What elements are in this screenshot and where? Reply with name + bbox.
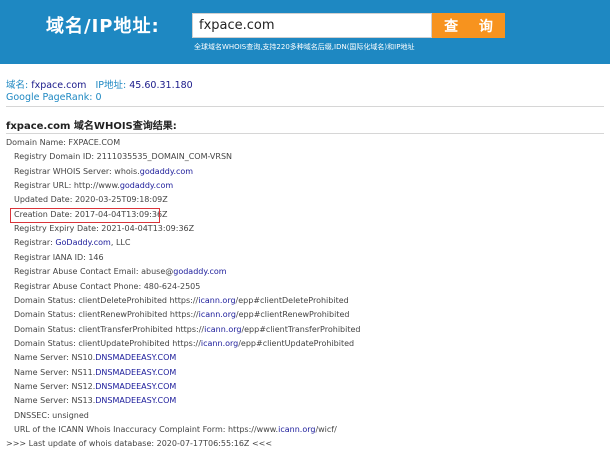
divider-top (6, 106, 604, 107)
whois-record-line: Domain Status: clientDeleteProhibited ht… (14, 296, 349, 306)
record-link[interactable]: icann.org (278, 425, 315, 434)
record-text: Domain Status: clientDeleteProhibited ht… (14, 295, 199, 305)
record-text: /epp#clientTransferProhibited (241, 324, 361, 334)
header-subtitle: 全球域名WHOIS查询,支持220多种域名后缀,IDN(国际化域名)和IP地址 (194, 43, 415, 51)
record-link[interactable]: icann.org (199, 310, 236, 319)
record-text: Registrar WHOIS Server: whois. (14, 166, 140, 176)
record-text: >>> Last update of whois database: 2020-… (6, 439, 273, 449)
record-text: /epp#clientDeleteProhibited (235, 295, 349, 305)
creation-date-highlight (10, 208, 160, 223)
pagerank-line: Google PageRank: 0 (6, 92, 102, 103)
whois-record-line: Name Server: NS13.DNSMADEEASY.COM (14, 396, 176, 406)
pagerank-value: 0 (95, 92, 102, 103)
record-text: Domain Name: FXPACE.COM (6, 138, 121, 147)
whois-record-line: Domain Status: clientRenewProhibited htt… (14, 310, 349, 320)
record-text: Registrar IANA ID: 146 (14, 252, 104, 262)
whois-record-line: Registrar IANA ID: 146 (14, 253, 104, 263)
record-link[interactable]: DNSMADEEASY.COM (95, 396, 176, 405)
pagerank-label: Google PageRank: (6, 92, 93, 103)
whois-record-line: DNSSEC: unsigned (14, 411, 89, 421)
record-text: /epp#clientRenewProhibited (235, 310, 350, 320)
search-label: 域名/IP地址: (46, 16, 160, 37)
record-text: Registrar Abuse Contact Email: abuse@ (14, 267, 174, 277)
whois-record-line: Registry Expiry Date: 2021-04-04T13:09:3… (14, 224, 194, 234)
record-link[interactable]: icann.org (204, 325, 241, 334)
whois-record-line: Name Server: NS12.DNSMADEEASY.COM (14, 382, 176, 392)
record-text: DNSSEC: unsigned (14, 410, 89, 420)
record-text: URL of the ICANN Whois Inaccuracy Compla… (14, 425, 279, 434)
record-text: Name Server: NS12. (14, 381, 96, 391)
record-text: Registrar Abuse Contact Phone: 480-624-2… (14, 281, 201, 291)
domain-search-input[interactable] (192, 13, 432, 38)
record-link[interactable]: DNSMADEEASY.COM (95, 382, 176, 391)
record-text: /epp#clientUpdateProhibited (238, 338, 355, 348)
whois-record-line: Updated Date: 2020-03-25T09:18:09Z (14, 195, 168, 205)
record-link[interactable]: DNSMADEEASY.COM (95, 368, 176, 377)
record-text: Name Server: NS10. (14, 353, 96, 363)
divider-result (6, 133, 604, 134)
ip-label: IP地址: (95, 80, 127, 91)
record-text: Domain Status: clientUpdateProhibited ht… (14, 338, 201, 348)
record-link[interactable]: godaddy.com (120, 181, 173, 190)
whois-record-line: Domain Status: clientTransferProhibited … (14, 325, 360, 335)
record-text: Registry Expiry Date: 2021-04-04T13:09:3… (14, 224, 195, 234)
whois-record-line: Registrar: GoDaddy.com, LLC (14, 238, 130, 248)
whois-record-line: Registry Domain ID: 2111035535_DOMAIN_CO… (14, 152, 232, 162)
record-text: Registrar: (14, 238, 56, 248)
result-title: fxpace.com 域名WHOIS查询结果: (6, 121, 177, 132)
record-text: Registrar URL: http://www. (14, 181, 120, 191)
record-link[interactable]: GoDaddy.com (55, 238, 111, 247)
record-link[interactable]: icann.org (198, 296, 235, 305)
record-text: Updated Date: 2020-03-25T09:18:09Z (14, 195, 168, 205)
record-link[interactable]: icann.org (201, 339, 238, 348)
domain-value[interactable]: fxpace.com (31, 80, 86, 91)
record-text: /wicf/ (315, 425, 337, 434)
whois-record-line: >>> Last update of whois database: 2020-… (6, 439, 272, 449)
whois-record-line: Registrar Abuse Contact Email: abuse@god… (14, 267, 227, 277)
whois-record-line: Name Server: NS11.DNSMADEEASY.COM (14, 368, 176, 378)
domain-label: 域名: (6, 80, 29, 91)
domain-ip-line: 域名: fxpace.com IP地址: 45.60.31.180 (6, 77, 193, 91)
header-banner: 域名/IP地址: 查 询 全球域名WHOIS查询,支持220多种域名后缀,IDN… (0, 0, 610, 64)
whois-record-line: Registrar Abuse Contact Phone: 480-624-2… (14, 282, 200, 292)
ip-value[interactable]: 45.60.31.180 (129, 80, 192, 91)
record-text: Registry Domain ID: 2111035535_DOMAIN_CO… (14, 152, 233, 162)
record-link[interactable]: godaddy.com (140, 167, 193, 176)
whois-record-line: Registrar WHOIS Server: whois.godaddy.co… (14, 167, 193, 177)
record-text: Name Server: NS11. (14, 367, 96, 377)
record-text: Domain Status: clientTransferProhibited … (14, 324, 205, 334)
query-button[interactable]: 查 询 (432, 13, 505, 38)
record-link[interactable]: godaddy.com (173, 267, 226, 276)
whois-record-line: Registrar URL: http://www.godaddy.com (14, 181, 173, 191)
whois-record-line: Domain Status: clientUpdateProhibited ht… (14, 339, 354, 349)
whois-record-line: Domain Name: FXPACE.COM (6, 138, 120, 148)
whois-record-line: Name Server: NS10.DNSMADEEASY.COM (14, 353, 176, 363)
record-text: , LLC (110, 238, 131, 248)
whois-record-line: URL of the ICANN Whois Inaccuracy Compla… (14, 425, 337, 435)
record-link[interactable]: DNSMADEEASY.COM (95, 353, 176, 362)
record-text: Name Server: NS13. (14, 396, 96, 406)
record-text: Domain Status: clientRenewProhibited htt… (14, 310, 199, 320)
